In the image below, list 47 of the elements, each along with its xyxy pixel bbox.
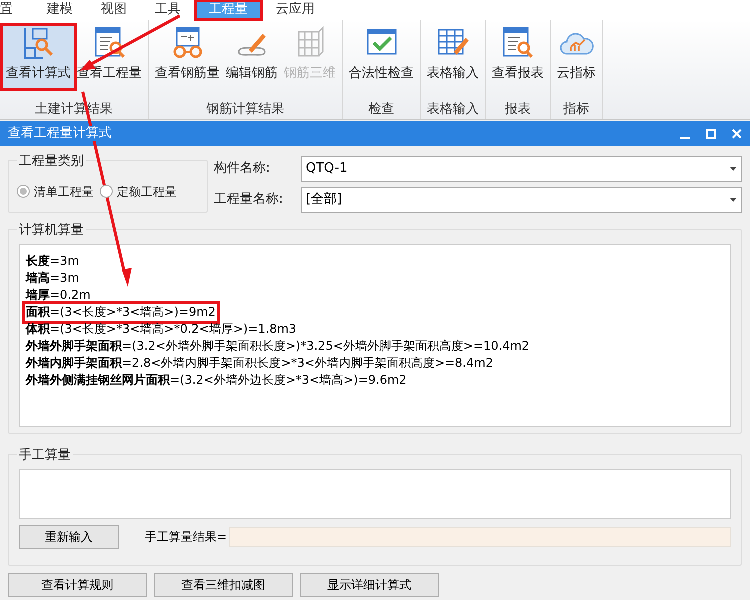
formula-line: 墙高=3m <box>25 270 80 287</box>
formula-line: 外墙外侧满挂钢丝网片面积=(3.2<外墙外边长度>*3<墙高>)=9.6m2 <box>25 372 408 389</box>
radio-button[interactable] <box>100 185 113 198</box>
formula-line: 体积=(3<长度>*3<墙高>*0.2<墙厚>)=1.8m3 <box>25 321 298 338</box>
close-icon[interactable] <box>732 128 742 138</box>
radio-option[interactable]: 定额工程量 <box>100 182 177 200</box>
magnifier-drawing-icon <box>22 26 56 60</box>
menu-tab[interactable]: 置 <box>0 0 33 20</box>
radio-button[interactable] <box>17 185 30 198</box>
menu-tab[interactable]: 视图 <box>87 0 141 20</box>
ribbon-button[interactable]: 合法性检查 <box>346 26 417 88</box>
ribbon-button[interactable]: 表格输入 <box>424 26 482 88</box>
menu-tab[interactable]: 云应用 <box>262 0 329 20</box>
ribbon-button[interactable]: 编辑钢筋 <box>223 26 281 88</box>
group-label: 指标 <box>564 100 590 118</box>
group-label: 表格输入 <box>427 100 479 118</box>
formula-line: 外墙内脚手架面积=2.8<外墙内脚手架面积长度>*3<外墙内脚手架面积高度>=8.4m2 <box>25 355 494 372</box>
ribbon-button[interactable]: 查看计算式 <box>3 26 74 88</box>
document-search-icon <box>501 26 535 60</box>
input-field[interactable] <box>19 469 731 519</box>
group-label: 检查 <box>368 100 394 118</box>
field-label: 构件名称: <box>214 160 272 178</box>
dialog-button[interactable]: 查看三维扣减图 <box>154 573 293 597</box>
ribbon-button[interactable]: 云指标 <box>554 26 599 88</box>
formula-line: 外墙外脚手架面积=(3.2<外墙外脚手架面积长度>)*3.25<外墙外脚手架面积高度>=10.4m2 <box>25 338 531 355</box>
caret-icon <box>730 198 737 202</box>
dropdown[interactable]: QTQ-1 <box>301 156 742 182</box>
caret-icon <box>730 167 737 171</box>
document-search-icon <box>92 26 126 60</box>
field-label: 工程量名称: <box>214 191 284 210</box>
window-title: 查看工程量计算式 <box>8 126 112 141</box>
reset-button[interactable]: 重新输入 <box>19 525 119 549</box>
menu-tab[interactable]: 工具 <box>141 0 195 20</box>
field-label: 手工算量结果= <box>145 529 228 546</box>
formula-line: 墙厚=0.2m <box>25 287 92 304</box>
dialog-button[interactable]: 显示详细计算式 <box>300 573 439 597</box>
radio-option[interactable]: 清单工程量 <box>17 182 94 200</box>
menu-tab[interactable]: 建模 <box>33 0 87 20</box>
dialog-button[interactable]: 查看计算规则 <box>8 573 147 597</box>
formula-line: 长度=3m <box>25 253 80 270</box>
maximize-icon[interactable] <box>706 128 716 138</box>
group-label: 报表 <box>505 100 531 118</box>
formula-line: 面积=(3<长度>*3<墙高>)=9m2 <box>25 304 217 321</box>
dropdown[interactable]: [全部] <box>301 187 742 213</box>
group-label: 钢筋计算结果 <box>206 100 284 118</box>
ribbon-button[interactable]: 查看报表 <box>489 26 547 88</box>
ribbon-button[interactable]: 查看钢筋量 <box>152 26 223 88</box>
